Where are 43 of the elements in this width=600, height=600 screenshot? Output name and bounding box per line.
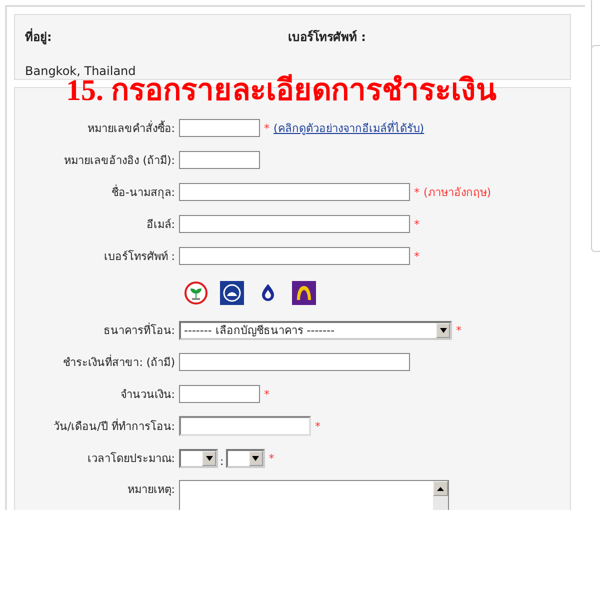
- input-field[interactable]: [179, 353, 410, 371]
- bank-logo-icon: [220, 281, 244, 305]
- dropdown-arrow-icon: [206, 456, 212, 460]
- dropdown-arrow-icon: [440, 328, 446, 332]
- input-field[interactable]: [179, 151, 260, 169]
- field-label: หมายเลขคำสั่งซื้อ:: [86, 120, 176, 137]
- address-label: ที่อยู่:: [25, 27, 53, 46]
- dropdown[interactable]: [179, 448, 218, 468]
- required-mark: *: [315, 420, 320, 432]
- field-label: อีเมล์:: [145, 217, 176, 233]
- time-separator: :: [220, 454, 224, 468]
- required-mark: *: [414, 218, 420, 230]
- field-label: ชำระเงินที่สาขา: (ถ้ามี): [62, 354, 176, 371]
- input-field[interactable]: [179, 385, 260, 403]
- required-mark: *: [414, 186, 420, 198]
- example-link[interactable]: (คลิกดูตัวอย่างจากอีเมล์ที่ได้รับ): [274, 119, 424, 137]
- field-label: เบอร์โทรศัพท์ :: [102, 249, 176, 265]
- hint-text: (ภาษาอังกฤษ): [424, 185, 492, 201]
- bank-logo-icon: [292, 281, 316, 305]
- field-label: ธนาคารที่โอน:: [102, 322, 176, 339]
- field-label: เวลาโดยประมาณ:: [86, 451, 176, 467]
- required-mark: *: [268, 452, 274, 464]
- field-label: หมายเลขอ้างอิง (ถ้ามี):: [63, 153, 176, 169]
- field-label: ชื่อ-นามสกุล:: [110, 184, 176, 201]
- field-label: หมายเหตุ:: [126, 482, 176, 498]
- section-heading: 15. กรอกรายละเอียดการชำระเงิน: [66, 76, 498, 106]
- phone-label: เบอร์โทรศัพท์ :: [288, 28, 366, 46]
- dropdown[interactable]: ------- เลือกบัญชีธนาคาร -------: [179, 320, 452, 340]
- address-text: Bangkok, Thailand: [25, 64, 136, 78]
- input-field[interactable]: [179, 247, 410, 265]
- input-field[interactable]: [179, 119, 260, 137]
- field-label: วัน/เดือน/ปี ที่ทำการโอน:: [52, 418, 176, 435]
- scroll-up-arrow-icon: [437, 486, 444, 490]
- dropdown-arrow-icon: [252, 456, 260, 460]
- input-field[interactable]: [179, 183, 410, 201]
- required-mark: *: [264, 388, 270, 400]
- required-mark: *: [414, 250, 420, 262]
- field-label: จำนวนเงิน:: [119, 387, 176, 403]
- required-mark: *: [456, 324, 462, 336]
- dropdown[interactable]: [226, 448, 265, 468]
- required-mark: *: [264, 122, 270, 134]
- leaf-logo-icon: [184, 281, 208, 305]
- input-field[interactable]: [179, 215, 410, 233]
